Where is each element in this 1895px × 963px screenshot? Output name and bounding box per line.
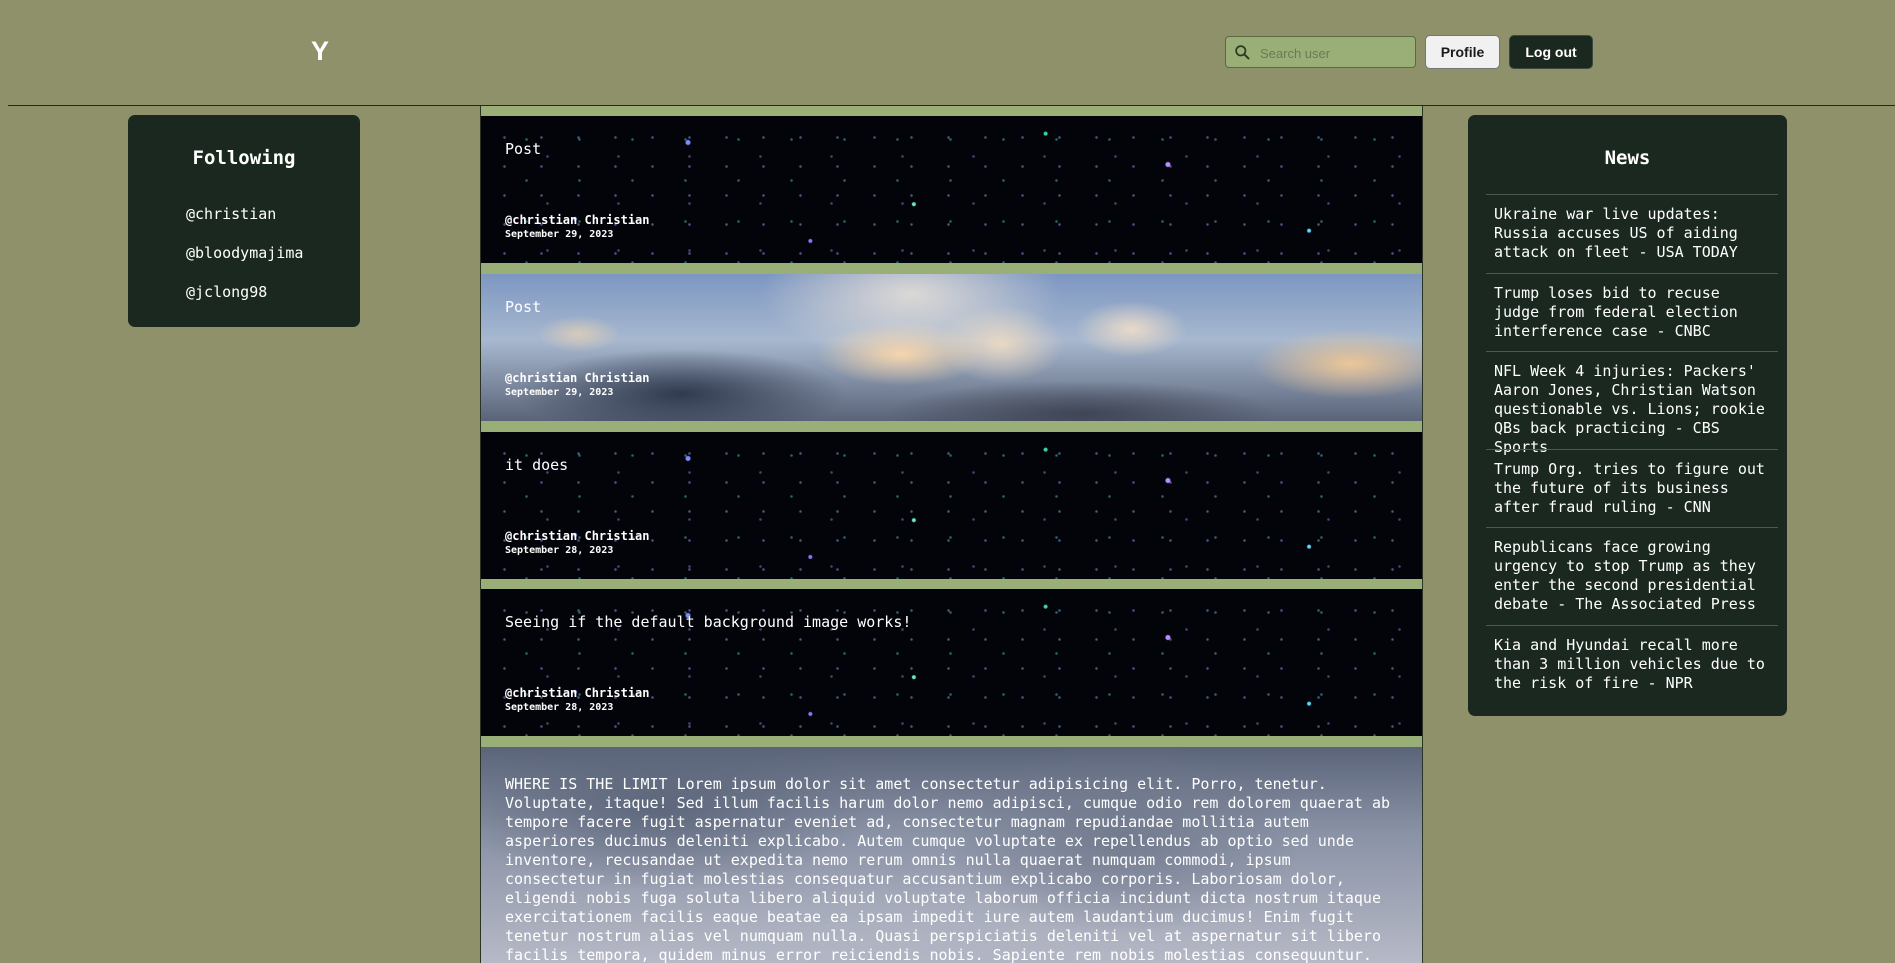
news-headline[interactable]: Trump Org. tries to figure out the futur… — [1494, 450, 1770, 517]
following-panel: Following @christian @bloodymajima @jclo… — [128, 115, 360, 327]
post-date: September 29, 2023 — [505, 387, 614, 398]
search-icon — [1235, 45, 1250, 60]
post-author[interactable]: @christian Christian — [505, 371, 650, 385]
post-card[interactable]: Seeing if the default background image w… — [481, 589, 1422, 736]
profile-button[interactable]: Profile — [1425, 35, 1500, 69]
app-logo[interactable]: Y — [311, 36, 329, 67]
news-headline[interactable]: Trump loses bid to recuse judge from fed… — [1494, 274, 1770, 341]
post-author[interactable]: @christian Christian — [505, 529, 650, 543]
logout-button[interactable]: Log out — [1509, 35, 1593, 69]
following-user-christian[interactable]: @christian — [186, 205, 276, 223]
news-title: News — [1604, 147, 1651, 169]
news-item[interactable]: Kia and Hyundai recall more than 3 milli… — [1486, 625, 1778, 703]
news-item[interactable]: Ukraine war live updates: Russia accuses… — [1486, 194, 1778, 273]
news-item[interactable]: Trump loses bid to recuse judge from fed… — [1486, 273, 1778, 351]
news-headline[interactable]: NFL Week 4 injuries: Packers' Aaron Jone… — [1494, 352, 1770, 457]
search-box[interactable] — [1225, 36, 1416, 68]
post-text: Seeing if the default background image w… — [505, 613, 912, 631]
post-text: Post — [505, 298, 542, 316]
post-card[interactable]: Post @christian Christian September 29, … — [481, 116, 1422, 263]
post-date: September 29, 2023 — [505, 229, 614, 240]
search-input[interactable] — [1258, 41, 1412, 65]
post-card[interactable]: WHERE IS THE LIMIT Lorem ipsum dolor sit… — [481, 747, 1422, 963]
news-item[interactable]: Trump Org. tries to figure out the futur… — [1486, 449, 1778, 527]
post-text: it does — [505, 456, 569, 474]
news-item[interactable]: NFL Week 4 injuries: Packers' Aaron Jone… — [1486, 351, 1778, 456]
post-author[interactable]: @christian Christian — [505, 213, 650, 227]
top-header: Y Profile Log out — [0, 0, 1895, 106]
post-feed[interactable]: Post @christian Christian September 29, … — [480, 106, 1423, 963]
following-title: Following — [192, 147, 296, 169]
post-text: Post — [505, 140, 542, 158]
news-headline[interactable]: Kia and Hyundai recall more than 3 milli… — [1494, 626, 1770, 693]
news-item[interactable]: Republicans face growing urgency to stop… — [1486, 527, 1778, 625]
post-date: September 28, 2023 — [505, 702, 614, 713]
post-author[interactable]: @christian Christian — [505, 686, 650, 700]
news-headline[interactable]: Republicans face growing urgency to stop… — [1494, 528, 1770, 614]
post-card[interactable]: Post @christian Christian September 29, … — [481, 274, 1422, 421]
news-panel: News Ukraine war live updates: Russia ac… — [1468, 115, 1787, 716]
news-headline[interactable]: Ukraine war live updates: Russia accuses… — [1494, 195, 1770, 262]
following-user-bloodymajima[interactable]: @bloodymajima — [186, 244, 303, 262]
post-text: WHERE IS THE LIMIT Lorem ipsum dolor sit… — [505, 775, 1391, 963]
post-date: September 28, 2023 — [505, 545, 614, 556]
post-card[interactable]: it does @christian Christian September 2… — [481, 432, 1422, 579]
following-user-jclong98[interactable]: @jclong98 — [186, 283, 267, 301]
